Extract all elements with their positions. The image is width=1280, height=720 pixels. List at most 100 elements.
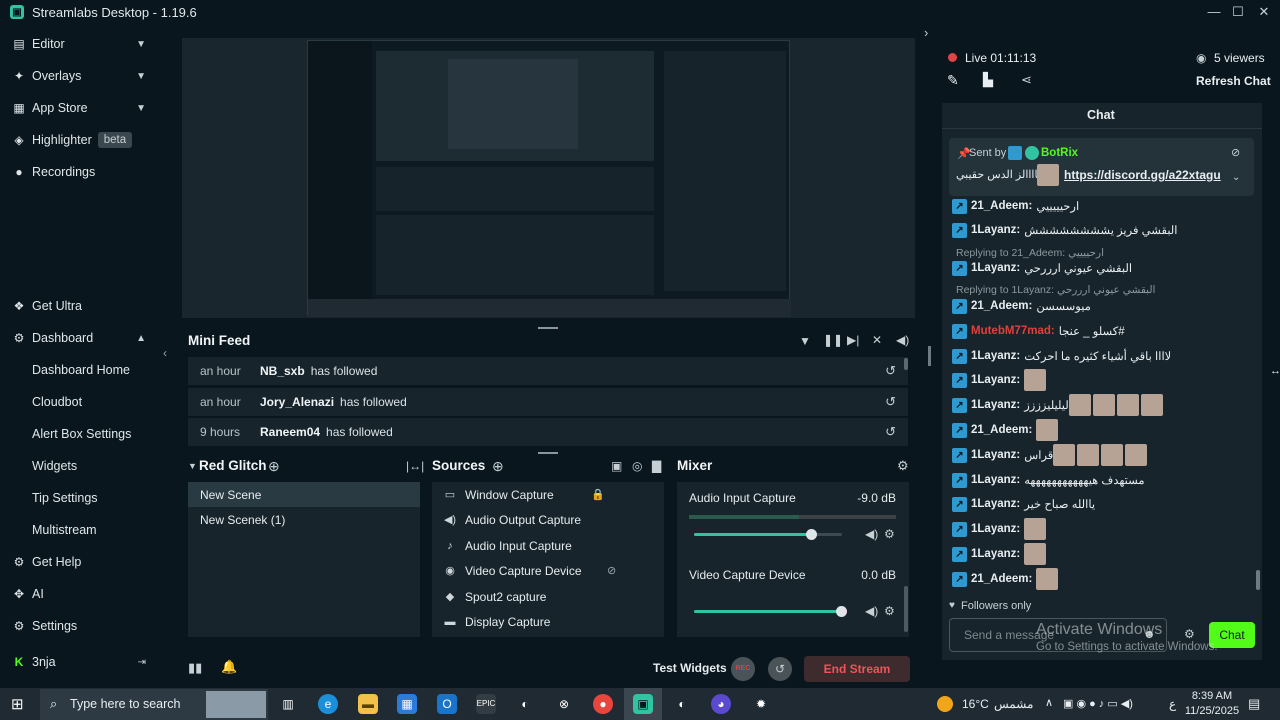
channel-settings-icon[interactable]: ⚙ — [884, 604, 895, 618]
sidebar-item-highlighter[interactable]: ◈ Highlighter beta — [0, 126, 160, 154]
sidebar-item-widgets[interactable]: Widgets — [0, 452, 160, 480]
repeat-alert-icon[interactable]: ↺ — [885, 424, 896, 440]
chat-username[interactable]: 21_Adeem: — [971, 200, 1032, 212]
weather-temp[interactable]: 16°C — [962, 697, 989, 711]
chat-scrollbar[interactable] — [1256, 570, 1260, 590]
store-icon[interactable]: ▦ — [397, 694, 417, 714]
stats-icon[interactable]: ▮▮ — [188, 660, 202, 676]
resize-handle[interactable] — [538, 327, 558, 329]
collapse-scenes-icon[interactable]: ▼ — [188, 461, 197, 471]
notifications-icon[interactable]: 🔔 — [221, 659, 237, 675]
volume-knob[interactable] — [806, 529, 817, 540]
scenes-collection-title[interactable]: Red Glitch — [199, 458, 267, 473]
resize-handle[interactable] — [538, 452, 558, 454]
epic-games-icon[interactable]: EPIC — [476, 694, 496, 714]
sidebar-item-editor[interactable]: ▤ Editor ▼ — [0, 30, 160, 58]
chat-username[interactable]: 21_Adeem: — [971, 300, 1032, 312]
add-source-icon[interactable]: ⊕ — [492, 458, 504, 475]
windows-start-icon[interactable]: ⊞ — [11, 695, 24, 713]
volume-slider[interactable] — [694, 606, 847, 617]
logout-icon[interactable]: ⇥ — [138, 657, 146, 668]
chat-username[interactable]: 1Layanz: — [971, 498, 1020, 510]
source-item[interactable]: ♪ Audio Input Capture — [437, 533, 662, 558]
chat-username[interactable]: 1Layanz: — [971, 350, 1020, 362]
chat-resize-handle[interactable] — [928, 346, 931, 366]
chrome-icon[interactable]: ● — [593, 694, 613, 714]
chat-username[interactable]: 1Layanz: — [971, 224, 1020, 236]
test-widgets-button[interactable]: Test Widgets — [653, 661, 727, 675]
notification-center-icon[interactable]: ▤ — [1248, 696, 1260, 712]
chat-username[interactable]: 1Layanz: — [971, 262, 1020, 274]
streamlabs-taskbar-icon[interactable]: ▣ — [633, 694, 653, 714]
sidebar-item-app-store[interactable]: ▦ App Store ▼ — [0, 94, 160, 122]
minimize-button[interactable]: — — [1204, 2, 1224, 22]
share-icon[interactable]: ⋖ — [1021, 72, 1032, 88]
chat-username[interactable]: 21_Adeem: — [971, 573, 1032, 585]
source-item[interactable]: ◀) Audio Output Capture — [437, 507, 662, 532]
sidebar-item-settings[interactable]: ⚙ Settings — [0, 612, 160, 640]
chevron-down-icon[interactable]: ▼ — [136, 39, 146, 50]
sidebar-item-dashboard-home[interactable]: Dashboard Home — [0, 356, 160, 384]
feed-scrollbar[interactable] — [904, 358, 908, 370]
channel-settings-icon[interactable]: ⚙ — [884, 527, 895, 541]
sidebar-user[interactable]: K 3nja ⇥ — [0, 648, 160, 676]
sidebar-item-recordings[interactable]: ● Recordings — [0, 158, 160, 186]
maximize-button[interactable]: ☐ — [1228, 2, 1248, 22]
source-item[interactable]: ▬ Display Capture — [437, 609, 662, 634]
steelseries-icon[interactable]: ✹ — [751, 694, 771, 714]
task-view-icon[interactable]: ▥ — [278, 694, 298, 714]
chat-username[interactable]: 21_Adeem: — [971, 424, 1032, 436]
replay-buffer-icon[interactable]: ↺ — [768, 657, 792, 681]
chat-username[interactable]: MutebM77mad: — [971, 325, 1055, 337]
sidebar-item-get-help[interactable]: ⚙ Get Help — [0, 548, 160, 576]
filter-icon[interactable]: ▼ — [799, 334, 811, 348]
steam-app-icon[interactable]: ◐ — [672, 694, 692, 714]
chevron-up-icon[interactable]: ▲ — [136, 333, 146, 344]
skip-icon[interactable]: ▶| — [847, 333, 859, 347]
sidebar-item-tip-settings[interactable]: Tip Settings — [0, 484, 160, 512]
tray-icons[interactable]: ▣ ◉ ● ♪ ▭ ◀) — [1063, 697, 1133, 710]
edit-stream-icon[interactable]: ✎ — [947, 72, 959, 89]
clock-time[interactable]: 8:39 AM — [1186, 690, 1238, 702]
sidebar-item-ai[interactable]: ✥ AI — [0, 580, 160, 608]
volume-slider[interactable] — [694, 529, 842, 540]
popout-icon[interactable]: ▙ — [983, 72, 993, 88]
chat-username[interactable]: 1Layanz: — [971, 474, 1020, 486]
source-item[interactable]: ◆ Spout2 capture — [437, 584, 662, 609]
scene-item-active[interactable]: New Scene — [188, 482, 420, 507]
record-button[interactable]: REC — [731, 657, 755, 681]
sidebar-item-multistream[interactable]: Multistream — [0, 516, 160, 544]
taskbar-search-box[interactable]: ⌕ Type here to search — [40, 689, 268, 720]
hidden-eye-icon[interactable]: ⊘ — [607, 564, 616, 577]
weather-desc[interactable]: مشمس — [994, 697, 1033, 711]
sidebar-item-alert-box-settings[interactable]: Alert Box Settings — [0, 420, 160, 448]
collapse-left-icon[interactable]: ‹ — [163, 346, 167, 360]
chat-settings-icon[interactable]: ⚙ — [1184, 627, 1195, 641]
speaker-mute-icon[interactable]: ◀) — [865, 527, 878, 541]
unpin-icon[interactable]: ⊘ — [1231, 146, 1240, 159]
pause-icon[interactable]: ❚❚ — [823, 333, 843, 347]
lock-icon[interactable]: 🔒 — [591, 488, 605, 501]
add-scene-icon[interactable]: ⊕ — [268, 458, 280, 475]
repeat-alert-icon[interactable]: ↺ — [885, 394, 896, 410]
outlook-icon[interactable]: O — [437, 694, 457, 714]
visibility-icon[interactable]: ◎ — [632, 459, 642, 473]
chat-username[interactable]: 1Layanz: — [971, 449, 1020, 461]
close-button[interactable]: ✕ — [1254, 2, 1274, 22]
clock-date[interactable]: 11/25/2025 — [1184, 705, 1240, 717]
chevron-up-icon[interactable]: ∧ — [1045, 696, 1053, 709]
refresh-chat-button[interactable]: Refresh Chat — [1196, 74, 1271, 88]
speaker-mute-icon[interactable]: ◀) — [865, 604, 878, 618]
sidebar-item-get-ultra[interactable]: ❖ Get Ultra — [0, 292, 160, 320]
sidebar-item-overlays[interactable]: ✦ Overlays ▼ — [0, 62, 160, 90]
folder-icon[interactable]: ▇ — [652, 459, 661, 473]
xbox-icon[interactable]: ⊗ — [554, 694, 574, 714]
chevron-down-icon[interactable]: ▼ — [136, 71, 146, 82]
source-item[interactable]: ◉ Video Capture Device ⊘ — [437, 558, 662, 583]
chat-username[interactable]: 1Layanz: — [971, 374, 1020, 386]
chat-username[interactable]: 1Layanz: — [971, 523, 1020, 535]
repeat-alert-icon[interactable]: ↺ — [885, 363, 896, 379]
transition-icon[interactable]: |↔| — [406, 459, 424, 473]
volume-knob[interactable] — [836, 606, 847, 617]
volume-icon[interactable]: ◀) — [896, 333, 909, 347]
